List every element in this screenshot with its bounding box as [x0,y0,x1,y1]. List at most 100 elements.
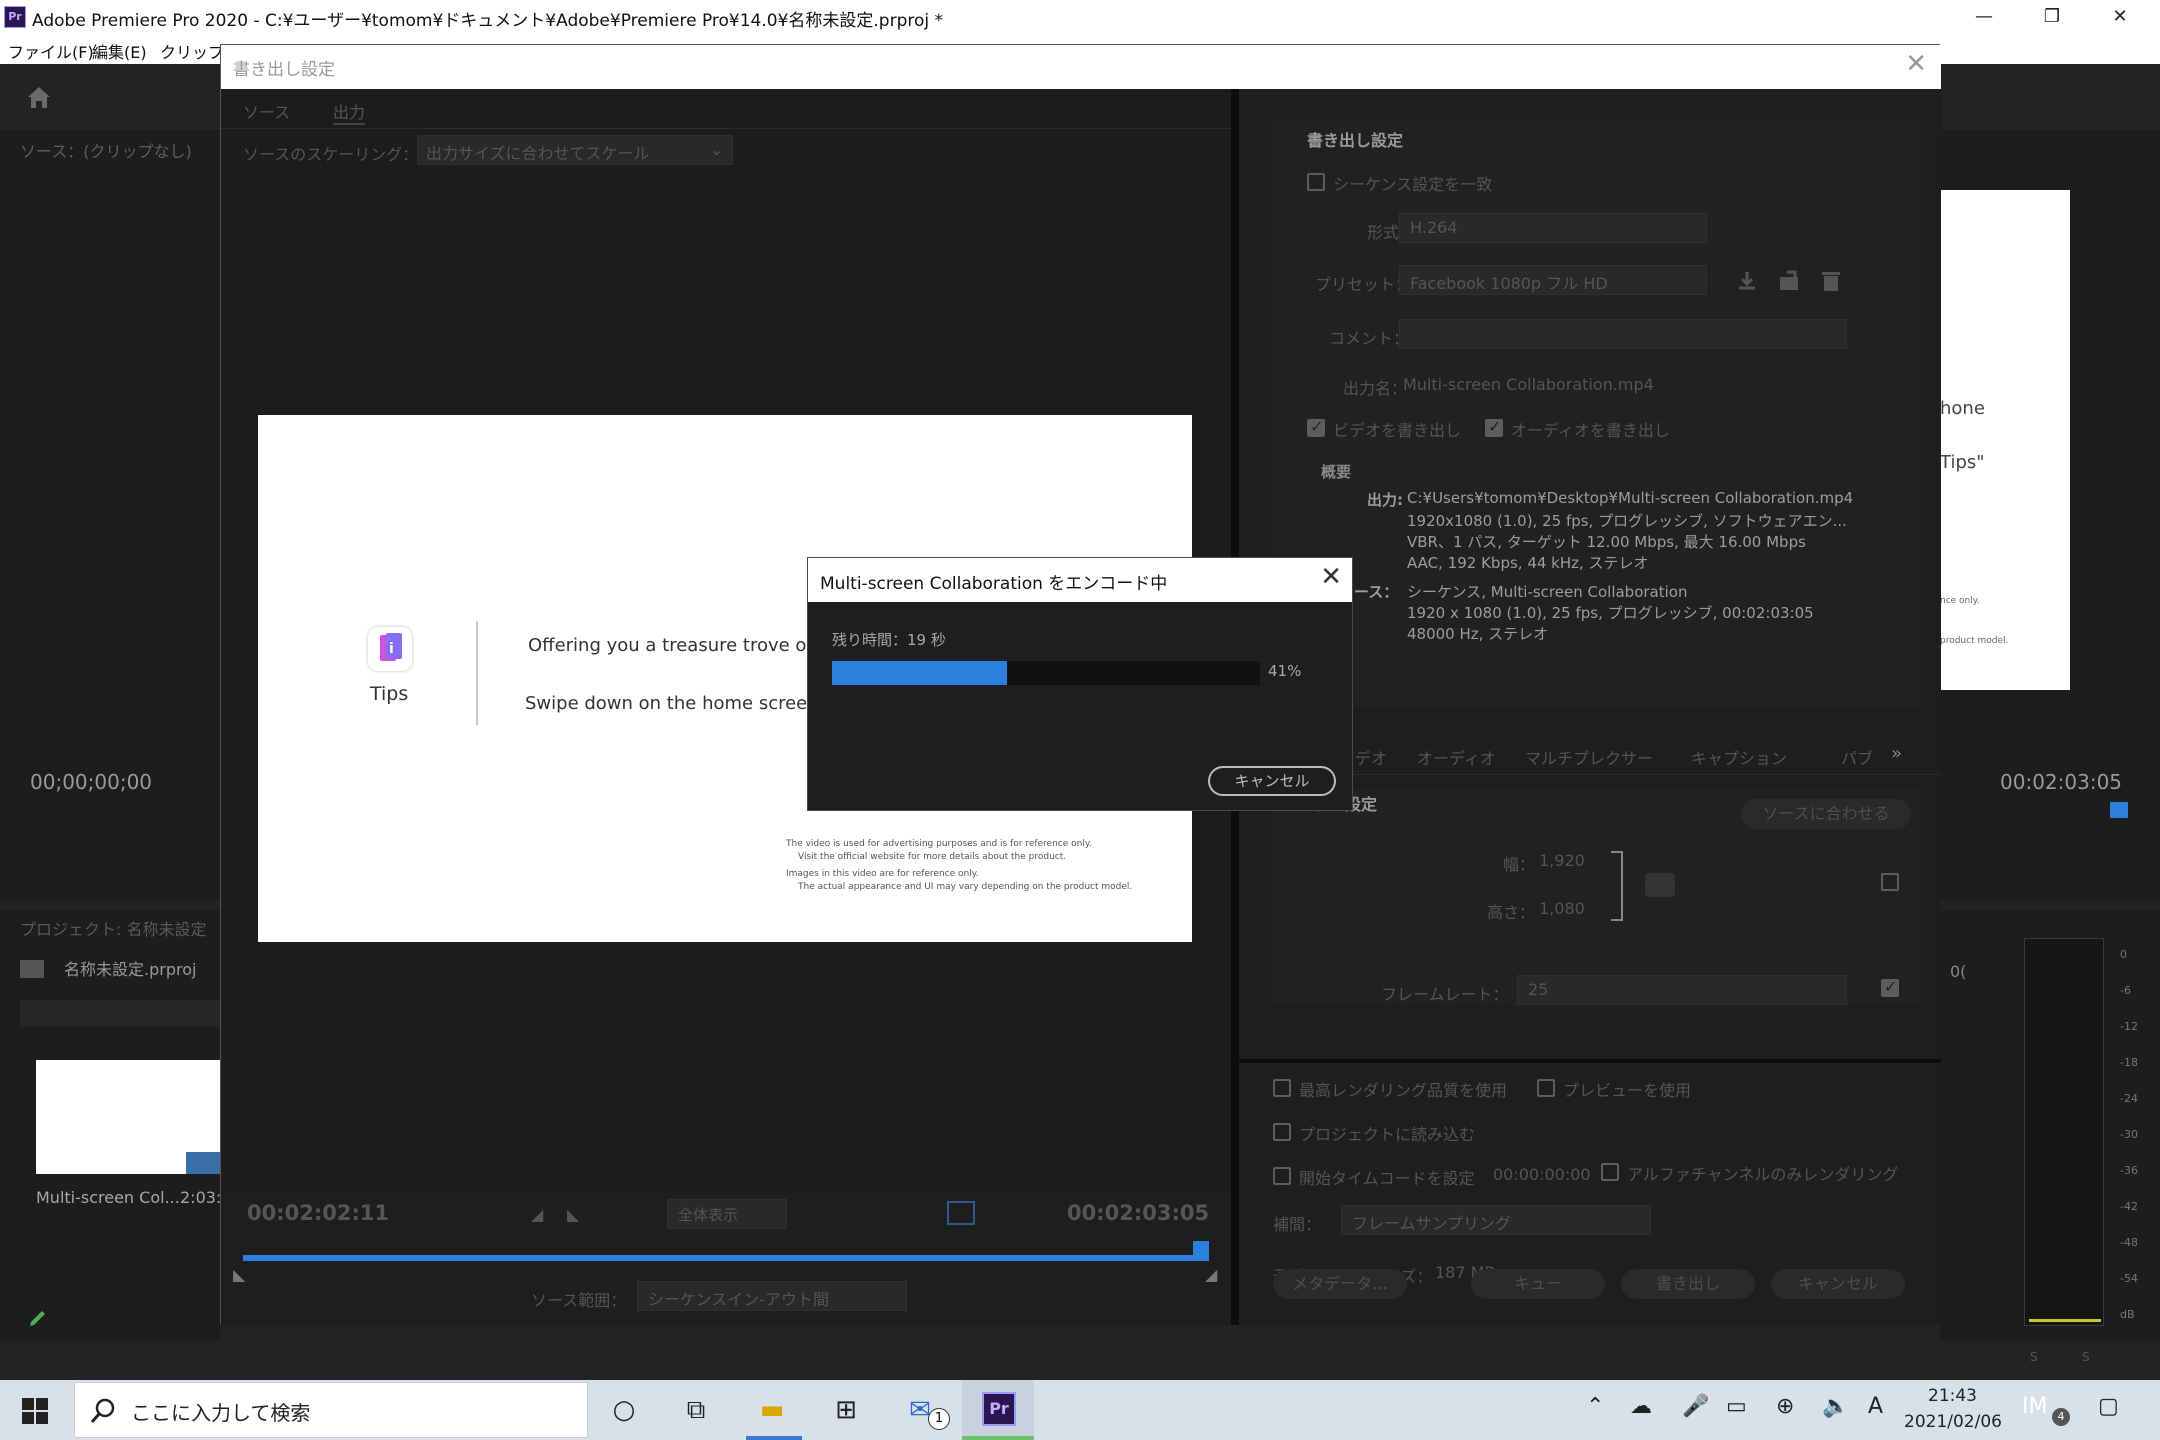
home-icon[interactable] [24,82,54,112]
timeline-scrubber[interactable] [243,1255,1209,1261]
source-timecode: 00;00;00;00 [30,770,153,794]
playhead-marker[interactable] [2110,802,2128,818]
tab-source[interactable]: ソース [243,99,290,123]
clip-name: Multi-screen Col... [36,1188,180,1207]
meter-level-bar [2029,1319,2101,1322]
store-icon[interactable]: ⊞ [826,1390,866,1430]
project-panel: プロジェクト: 名称未設定 名称未設定.prproj Multi-screen … [0,910,222,1340]
comment-input[interactable] [1399,319,1847,349]
import-project-checkbox[interactable] [1273,1123,1291,1141]
preview-line-2: Swipe down on the home screen [525,693,819,714]
action-center-icon[interactable]: ▢ [2098,1394,2119,1419]
taskbar-search-input[interactable]: ここに入力して検索 [74,1382,588,1438]
clock-time[interactable]: 21:43 [1928,1386,1977,1406]
export-audio-checkbox[interactable] [1485,417,1503,437]
volume-muted-icon[interactable]: 🔈 [1822,1394,1849,1419]
interp-label: 補間： [1273,1215,1322,1234]
range-dropdown[interactable]: シーケンスイン-アウト間 [637,1281,907,1311]
clock-date[interactable]: 2021/02/06 [1904,1412,2002,1432]
tab-publish[interactable]: パブ [1841,745,1873,769]
project-search-input[interactable] [20,1000,220,1026]
preset-dropdown[interactable]: Facebook 1080p フル HD [1399,265,1707,295]
scaling-dropdown[interactable]: 出力サイズに合わせてスケール ⌄ [417,135,733,165]
match-source-button[interactable]: ソースに合わせる [1741,799,1911,829]
network-icon[interactable]: ⊕ [1776,1394,1794,1419]
queue-button[interactable]: キュー [1471,1269,1605,1299]
battery-icon[interactable]: ▭ [1726,1394,1747,1419]
playhead-handle[interactable] [1193,1241,1209,1261]
mark-in-icon[interactable]: ◢ [531,1205,543,1224]
summary-header: 概要 [1321,463,1352,481]
fit-icon[interactable] [947,1201,975,1225]
match-sequence-checkbox[interactable] [1307,173,1325,191]
window-title: Adobe Premiere Pro 2020 - C:¥ユーザー¥tomom¥… [32,11,944,31]
menu-edit[interactable]: 編集(E) [92,39,147,63]
export-button[interactable]: 書き出し [1621,1269,1755,1299]
use-preview-checkbox[interactable] [1537,1079,1555,1097]
pencil-icon[interactable] [28,1308,48,1328]
ime-indicator[interactable]: A [1868,1394,1883,1419]
delete-preset-icon[interactable] [1819,269,1843,293]
alpha-only-label: アルファチャンネルのみレンダリング [1627,1165,1899,1184]
cortana-icon[interactable]: ○ [604,1390,644,1430]
zoom-dropdown[interactable]: 全体表示 [667,1199,787,1229]
encode-cancel-button[interactable]: キャンセル [1208,766,1336,796]
interp-dropdown[interactable]: フレームサンプリング [1341,1205,1651,1235]
premiere-taskbar-button[interactable]: Pr [962,1380,1034,1440]
file-explorer-icon[interactable]: ▬ [752,1390,792,1430]
windows-start-icon[interactable] [20,1396,50,1426]
mark-out-icon[interactable]: ◣ [567,1205,579,1224]
format-dropdown[interactable]: H.264 [1399,213,1707,243]
metadata-button[interactable]: メタデータ... [1273,1269,1407,1299]
height-value[interactable]: 1,080 [1539,899,1585,918]
alpha-only-checkbox[interactable] [1601,1163,1619,1181]
out-point-marker[interactable]: ◢ [1205,1265,1217,1284]
output-name-link[interactable]: Multi-screen Collaboration.mp4 [1403,375,1654,394]
output-name-label: 出力名： [1343,379,1408,398]
framerate-dropdown[interactable]: 25 [1517,975,1847,1005]
clip-thumbnail[interactable] [36,1060,222,1174]
save-preset-icon[interactable] [1735,269,1759,293]
microphone-icon[interactable]: 🎤 [1682,1394,1709,1419]
max-quality-checkbox[interactable] [1273,1079,1291,1097]
tab-audio[interactable]: オーディオ [1417,745,1496,769]
meter-tick: 0 [2120,948,2127,961]
meter-solo-left[interactable]: S [2030,1350,2038,1364]
start-timecode-checkbox[interactable] [1273,1167,1291,1185]
close-window-button[interactable]: ✕ [2090,0,2150,34]
export-dialog-header: 書き出し設定 ✕ [221,45,1941,89]
tips-label: Tips [370,683,409,705]
onedrive-icon[interactable]: ☁ [1630,1394,1652,1419]
import-preset-icon[interactable] [1777,269,1801,293]
task-view-icon[interactable]: ⧉ [676,1390,716,1430]
minimize-button[interactable]: — [1954,0,2014,34]
menu-file[interactable]: ファイル(F) [8,39,94,63]
im-app-icon[interactable]: IM [2022,1394,2047,1419]
export-video-checkbox[interactable] [1307,417,1325,437]
chevron-up-icon[interactable]: ⌃ [1586,1394,1604,1419]
meter-tick: -36 [2120,1164,2138,1177]
encode-progress-dialog: Multi-screen Collaboration をエンコード中 ✕ 残り時… [807,557,1353,811]
export-cancel-button[interactable]: キャンセル [1771,1269,1905,1299]
link-icon[interactable] [1645,873,1675,897]
video-settings-section: デオ設定 ソースに合わせる 幅： 1,920 高さ： 1,080 フレームレート… [1271,789,1921,1005]
summary-output-line: VBR、1 パス, ターゲット 12.00 Mbps, 最大 16.00 Mbp… [1407,533,1806,551]
export-close-button[interactable]: ✕ [1905,49,1927,79]
lock-aspect-checkbox[interactable] [1881,873,1899,891]
meter-solo-right[interactable]: S [2082,1350,2090,1364]
zoom-value: 全体表示 [678,1206,739,1224]
width-value[interactable]: 1,920 [1539,851,1585,870]
encode-close-button[interactable]: ✕ [1320,562,1342,592]
restore-button[interactable]: ❐ [2022,0,2082,34]
tab-captions[interactable]: キャプション [1691,745,1787,769]
tab-output[interactable]: 出力 [333,99,366,125]
section-divider [1239,1059,1941,1063]
in-point-marker[interactable]: ◣ [233,1265,245,1284]
tabs-overflow-icon[interactable]: » [1891,743,1902,764]
import-project-label: プロジェクトに読み込む [1299,1125,1476,1144]
height-label: 高さ： [1487,903,1536,922]
framerate-checkbox[interactable] [1881,977,1899,997]
timecode-in: 00:02:02:11 [247,1201,390,1225]
tab-multiplexer[interactable]: マルチプレクサー [1525,745,1653,769]
start-timecode-value[interactable]: 00:00:00:00 [1493,1165,1591,1184]
